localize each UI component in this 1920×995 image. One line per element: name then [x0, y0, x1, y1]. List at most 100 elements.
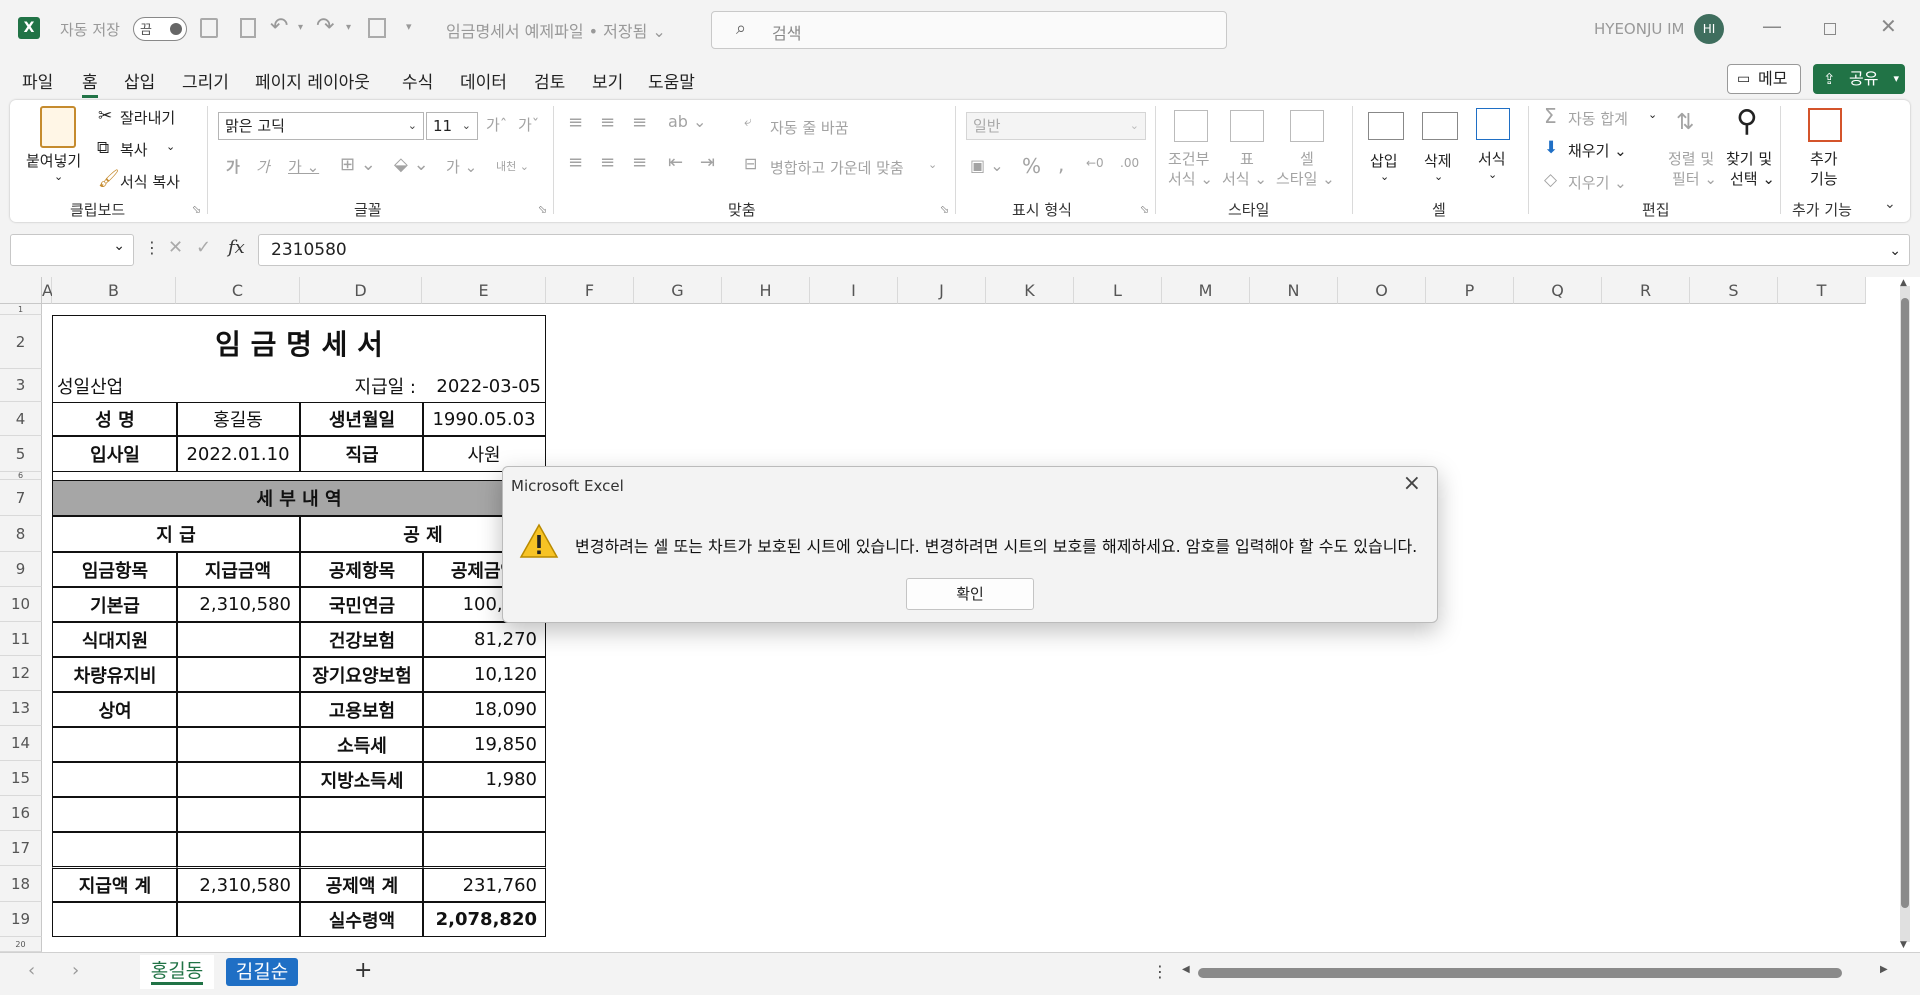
close-icon[interactable]: ×	[1403, 471, 1421, 496]
pay-date[interactable]: 2022-03-05	[424, 369, 546, 403]
deduction-item-cell[interactable]: 소득세	[300, 727, 424, 762]
paste-dropdown-icon[interactable]: ⌄	[54, 170, 63, 183]
insert-dropdown-icon[interactable]: ⌄	[1380, 170, 1389, 183]
align-top-icon[interactable]: ≡	[568, 112, 583, 133]
undo-dropdown-icon[interactable]: ▾	[298, 22, 303, 33]
pay-amount-cell[interactable]	[176, 692, 300, 727]
find-select-icon[interactable]: ⚲	[1736, 104, 1758, 139]
row-header[interactable]: 4	[0, 402, 42, 436]
conditional-format-button[interactable]: 조건부	[1168, 148, 1209, 169]
format-dropdown-icon[interactable]: ⌄	[1488, 168, 1497, 181]
rank-label[interactable]: 직급	[300, 436, 424, 472]
horizontal-scrollbar[interactable]	[1198, 968, 1842, 978]
column-header[interactable]: J	[898, 277, 986, 304]
pay-date-label[interactable]: 지급일 :	[300, 369, 424, 403]
row-header[interactable]: 5	[0, 436, 42, 472]
align-right-icon[interactable]: ≡	[632, 152, 647, 173]
orientation-icon[interactable]: ab ⌄	[668, 112, 706, 131]
insert-function-icon[interactable]: fx	[228, 237, 245, 258]
column-header[interactable]: M	[1162, 277, 1250, 304]
autosave-toggle[interactable]: 끔	[133, 17, 187, 41]
deduction-item-cell[interactable]: 고용보험	[300, 692, 424, 727]
number-launcher-icon[interactable]: ⬂	[1140, 203, 1149, 216]
pay-amount-cell[interactable]	[176, 797, 300, 832]
sort-filter-button-line2[interactable]: 필터 ⌄	[1672, 168, 1717, 189]
total-ded-label[interactable]: 공제액 계	[300, 866, 424, 902]
total-pay[interactable]: 2,310,580	[176, 866, 300, 902]
increase-indent-icon[interactable]: ⇥	[700, 152, 715, 173]
menu-home[interactable]: 홈	[82, 68, 98, 98]
row-header[interactable]: 12	[0, 656, 42, 691]
phonetic-icon[interactable]: 내천 ⌄	[496, 158, 529, 174]
row-header[interactable]: 2	[0, 315, 42, 369]
row-header[interactable]: 16	[0, 796, 42, 831]
vertical-scrollbar[interactable]	[1900, 286, 1910, 942]
tab-next-icon[interactable]: ›	[72, 960, 79, 981]
row-header[interactable]: 14	[0, 726, 42, 761]
column-header[interactable]: I	[810, 277, 898, 304]
menu-draw[interactable]: 그리기	[182, 68, 229, 93]
pay-amount-cell[interactable]	[176, 657, 300, 692]
row-header[interactable]: 15	[0, 761, 42, 796]
row-header[interactable]: 17	[0, 831, 42, 866]
confirm-entry-icon[interactable]: ✓	[196, 237, 211, 258]
align-bottom-icon[interactable]: ≡	[632, 112, 647, 133]
bold-icon[interactable]: 가	[226, 156, 240, 177]
cut-button[interactable]: 잘라내기	[120, 107, 175, 128]
cell-styles-button[interactable]: 셀	[1300, 148, 1314, 169]
format-as-table-icon[interactable]	[1230, 110, 1264, 142]
merge-center-icon[interactable]: ⊟	[744, 154, 757, 173]
blank-cell[interactable]	[52, 902, 178, 937]
clipboard-launcher-icon[interactable]: ⬂	[192, 203, 201, 216]
row-header[interactable]: 9	[0, 552, 42, 587]
column-header[interactable]: L	[1074, 277, 1162, 304]
pay-item-cell[interactable]	[52, 727, 178, 762]
row-header[interactable]: 18	[0, 866, 42, 902]
delete-cells-icon[interactable]	[1422, 112, 1458, 140]
ribbon-collapse-icon[interactable]: ⌄	[1884, 196, 1896, 212]
deduction-amount-cell[interactable]: 1,980	[422, 762, 546, 797]
document-title[interactable]: 임금명세서 예제파일 • 저장됨 ⌄	[446, 18, 666, 42]
percent-icon[interactable]: %	[1022, 154, 1041, 178]
save-icon[interactable]	[200, 18, 218, 38]
underline-icon[interactable]: 가 ⌄	[288, 156, 319, 177]
format-cells-icon[interactable]	[1476, 108, 1510, 140]
font-size-select[interactable]: 11 ⌄	[426, 112, 478, 140]
pay-amount-cell[interactable]	[176, 832, 300, 867]
col-pay-amount[interactable]: 지급금액	[176, 552, 300, 587]
new-file-icon[interactable]	[240, 18, 256, 38]
column-header[interactable]: B	[52, 277, 176, 304]
number-format-select[interactable]: 일반 ⌄	[966, 112, 1146, 140]
conditional-format-button-line2[interactable]: 서식 ⌄	[1168, 168, 1213, 189]
avatar[interactable]: HI	[1694, 14, 1724, 44]
paste-icon[interactable]	[40, 106, 76, 148]
font-color-icon[interactable]: 가 ⌄	[446, 156, 477, 177]
pay-amount-cell[interactable]: 2,310,580	[176, 587, 300, 622]
name-box[interactable]: ⌄	[10, 234, 134, 266]
column-header[interactable]: R	[1602, 277, 1690, 304]
clear-button[interactable]: 지우기 ⌄	[1568, 172, 1627, 193]
deduction-item-cell[interactable]: 장기요양보험	[300, 657, 424, 692]
close-window-icon[interactable]: ✕	[1880, 14, 1897, 38]
memo-button[interactable]: ▭ 메모	[1727, 64, 1801, 94]
minimize-icon[interactable]: —	[1762, 14, 1782, 38]
redo-icon[interactable]: ↷	[316, 14, 334, 39]
search-input[interactable]: ⌕ 검색	[711, 11, 1227, 49]
deduction-amount-cell[interactable]	[422, 832, 546, 867]
find-select-button-line2[interactable]: 선택 ⌄	[1730, 168, 1775, 189]
menu-page-layout[interactable]: 페이지 레이아웃	[255, 68, 370, 93]
column-header[interactable]: S	[1690, 277, 1778, 304]
deduction-item-cell[interactable]	[300, 797, 424, 832]
total-ded[interactable]: 231,760	[422, 866, 546, 902]
more-options-icon[interactable]: ⋮	[144, 238, 160, 257]
pay-item-cell[interactable]: 상여	[52, 692, 178, 727]
addins-button-line2[interactable]: 기능	[1810, 168, 1838, 189]
insert-cells-icon[interactable]	[1368, 112, 1404, 140]
format-painter-button[interactable]: 서식 복사	[120, 171, 180, 192]
hscroll-right-icon[interactable]: ▶	[1880, 964, 1888, 975]
pay-amount-cell[interactable]	[176, 762, 300, 797]
merge-dropdown-icon[interactable]: ⌄	[928, 158, 937, 171]
column-header[interactable]: T	[1778, 277, 1866, 304]
cell-styles-button-line2[interactable]: 스타일 ⌄	[1276, 168, 1335, 189]
row-header[interactable]: 19	[0, 902, 42, 937]
